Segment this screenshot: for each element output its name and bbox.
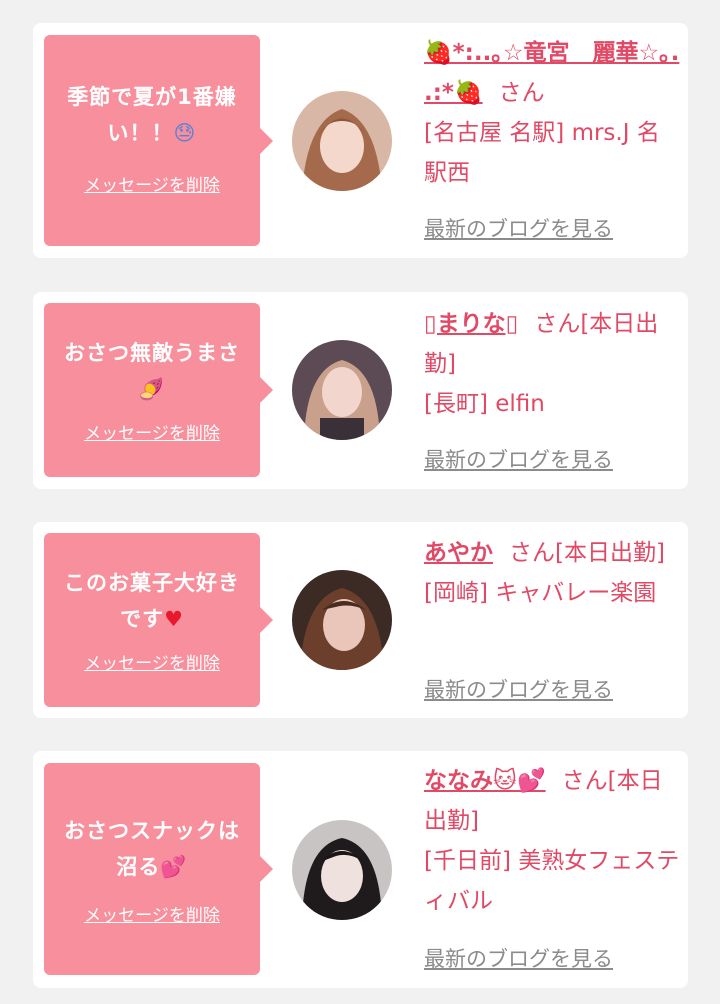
avatar[interactable] [292,340,392,440]
avatar[interactable] [292,91,392,191]
message-text: 季節で夏が1番嫌い！！😓 [67,85,237,145]
message-text: おさつ無敵うまさ🍠 [64,341,240,401]
delete-message-link[interactable]: メッセージを削除 [84,171,220,196]
avatar[interactable] [292,570,392,670]
shop-text: [長町] elfin [424,391,545,417]
latest-blog-link[interactable]: 最新のブログを見る [424,674,613,704]
sweat-emoji-icon: 😓 [173,121,197,145]
cast-name-link[interactable]: 🍓*:..｡☆竜宮 麗華☆｡. .:*🍓 [424,40,679,106]
message-text: おさつスナックは沼る💕 [64,819,240,879]
cast-info: ななみ🐱💕 さん[本日出勤] [千日前] 美熟女フェスティバル [424,761,682,921]
cast-name-suffix: さん[本日出勤] [509,540,665,566]
favorite-list: 季節で夏が1番嫌い！！😓 メッセージを削除 🍓*:..｡☆竜宮 麗華☆｡. .:… [0,0,720,1004]
cast-name-suffix: さん [498,80,545,106]
favorite-card: おさつ無敵うまさ🍠 メッセージを削除 ▯まりな▯ さん[本日出勤] [長町] el… [33,292,688,489]
sweet-potato-emoji-icon: 🍠 [138,377,166,401]
cast-info: ▯まりな▯ さん[本日出勤] [長町] elfin [424,304,682,424]
delete-message-link[interactable]: メッセージを削除 [84,649,220,674]
latest-blog-link[interactable]: 最新のブログを見る [424,444,613,474]
message-bubble: おさつスナックは沼る💕 メッセージを削除 [44,763,273,975]
heart-emoji-icon: ♥ [164,607,184,631]
message-bubble: おさつ無敵うまさ🍠 メッセージを削除 [44,303,273,477]
favorite-card: 季節で夏が1番嫌い！！😓 メッセージを削除 🍓*:..｡☆竜宮 麗華☆｡. .:… [33,23,688,258]
delete-message-link[interactable]: メッセージを削除 [84,419,220,444]
hearts-emoji-icon: 💕 [160,855,188,879]
shop-text: [千日前] 美熟女フェスティバル [424,848,680,914]
latest-blog-link[interactable]: 最新のブログを見る [424,943,613,973]
delete-message-link[interactable]: メッセージを削除 [84,901,220,926]
shop-text: [岡崎] キャバレー楽園 [424,580,657,606]
latest-blog-link[interactable]: 最新のブログを見る [424,213,613,243]
shop-text: [名古屋 名駅] mrs.J 名駅西 [424,120,660,186]
favorite-card: このお菓子大好きです♥ メッセージを削除 あやか さん[本日出勤] [岡崎] キャ… [33,522,688,718]
cast-name-link[interactable]: ななみ🐱💕 [424,768,546,794]
message-bubble: このお菓子大好きです♥ メッセージを削除 [44,533,273,707]
message-bubble: 季節で夏が1番嫌い！！😓 メッセージを削除 [44,35,273,246]
cast-info: 🍓*:..｡☆竜宮 麗華☆｡. .:*🍓 さん [名古屋 名駅] mrs.J 名駅… [424,33,682,193]
favorite-card: おさつスナックは沼る💕 メッセージを削除 ななみ🐱💕 さん[本日出勤] [千日前]… [33,751,688,988]
avatar[interactable] [292,820,392,920]
cast-name-link[interactable]: あやか [424,540,493,566]
cast-info: あやか さん[本日出勤] [岡崎] キャバレー楽園 [424,533,682,613]
cast-name-link[interactable]: ▯まりな▯ [424,311,518,337]
message-text: このお菓子大好きです♥ [64,571,240,631]
